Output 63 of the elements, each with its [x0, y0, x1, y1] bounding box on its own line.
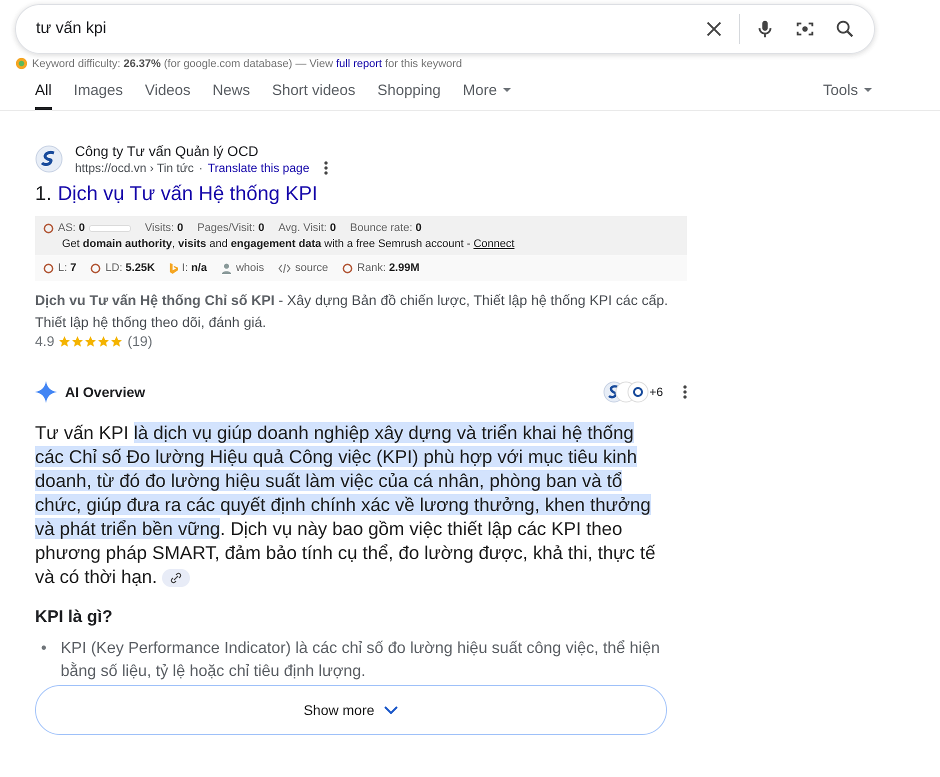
score-icon [43, 262, 54, 274]
metric-text: whois [236, 262, 264, 274]
connect-link[interactable]: Connect [473, 238, 514, 250]
promo-text: Get domain authority, visits and engagement data with a free Semrush account - [62, 238, 470, 250]
more-options-icon[interactable] [683, 385, 687, 399]
keyword-difficulty-text: Keyword difficulty: 26.37% (for google.com database) — View full report for this keyword [32, 58, 462, 70]
search-tab[interactable]: Images [74, 70, 123, 110]
rating-value: 4.9 [35, 333, 54, 349]
bullet-marker: • [41, 639, 47, 659]
source-logos-icon[interactable] [603, 381, 650, 403]
result-number: 1. [35, 183, 52, 206]
ai-overview-title: AI Overview [65, 384, 146, 400]
more-options-icon[interactable] [324, 161, 328, 175]
star-icon [58, 334, 72, 348]
search-icon[interactable] [834, 18, 856, 40]
star-icon [110, 334, 124, 348]
result-title-link[interactable]: Dịch vụ Tư vấn Hệ thống KPI [58, 183, 318, 206]
separator-dot: · [198, 161, 203, 175]
tools-tab[interactable]: Tools [822, 70, 872, 110]
metric-text: L: 7 [58, 262, 76, 274]
metric-text: AS: 0 [58, 222, 85, 234]
metric-text: I: n/a [182, 262, 207, 274]
metric-text: Visits: 0 [144, 222, 184, 234]
metric-text: LD: 5.25K [105, 262, 155, 274]
star-icon [97, 334, 110, 348]
search-tab[interactable]: More [462, 70, 511, 110]
caret-icon [864, 88, 872, 92]
score-icon [90, 262, 102, 274]
star-icon [71, 334, 84, 348]
metric-text: Bounce rate: 0 [350, 222, 422, 234]
ai-overview-paragraph: Tư vấn KPI là dịch vụ giúp doanh nghiệp xây dựng và triển khai hệ thống các Chỉ số Đo lường Hiệu quả Công việc (KPI) phù hợp với mục tiêu kinh doanh, từ đó đo lường hiệu suất làm việc của cá nhân, phòng ban và tổ chức, giúp đưa ra các quyết định chính xác về lương thưởng, khen thưởng và phát triển bền vững. Dịch vụ này bao gồm việc thiết lập các KPI theo phương pháp SMART, đảm bảo tính cụ thể, đo lường được, khả thi, thực tế và có thời hạn. [35, 421, 656, 589]
review-count: (19) [127, 333, 152, 349]
bing-icon [168, 262, 178, 274]
result-snippet: Dịch vu Tư vấn Hệ thống Chỉ số KPI - Xây dựng Bản đồ chiến lược, Thiết lập hệ thống KPI các cấp. Thiết lập hệ thống theo dõi, đánh giá. [35, 291, 670, 332]
search-field[interactable]: tư vấn kpi [15, 4, 875, 54]
search-tab[interactable]: News [212, 70, 250, 110]
search-tab[interactable]: Videos [144, 70, 190, 110]
code-icon [278, 264, 292, 272]
more-sources-count: +6 [649, 385, 663, 399]
search-query: tư vấn kpi [36, 20, 108, 38]
person-icon [220, 262, 232, 274]
site-logo-icon [35, 145, 63, 173]
metric-text: source [295, 262, 328, 274]
score-icon [342, 262, 354, 274]
full-report-link[interactable]: full report [336, 58, 382, 70]
metric-text: Avg. Visit: 0 [278, 222, 336, 234]
search-tab[interactable]: Shopping [377, 70, 441, 110]
metric-text: Pages/Visit: 0 [197, 222, 264, 234]
sparkle-icon [35, 381, 57, 403]
score-icon [43, 222, 54, 234]
section-heading: KPI là gì? [35, 607, 114, 627]
semrush-logo-icon [15, 57, 28, 70]
link-icon[interactable] [162, 569, 190, 588]
site-url: https://ocd.vn › Tin tức [75, 161, 194, 175]
search-tab[interactable]: Short videos [272, 70, 356, 110]
chevron-icon [384, 706, 398, 714]
star-icon [84, 334, 98, 348]
metric-text: Rank: 2.99M [357, 262, 420, 274]
translate-link[interactable]: Translate this page [208, 161, 310, 175]
show-more-button[interactable]: Show more [35, 685, 667, 735]
site-name: Công ty Tư vấn Quản lý OCD [75, 143, 260, 159]
bullet-text: KPI (Key Performance Indicator) là các chỉ số đo lường hiệu suất công việc, thể hiện bằng số liệu, tỷ lệ hoặc chỉ tiêu định lượng. [60, 639, 661, 682]
search-tab[interactable]: All [35, 70, 52, 110]
